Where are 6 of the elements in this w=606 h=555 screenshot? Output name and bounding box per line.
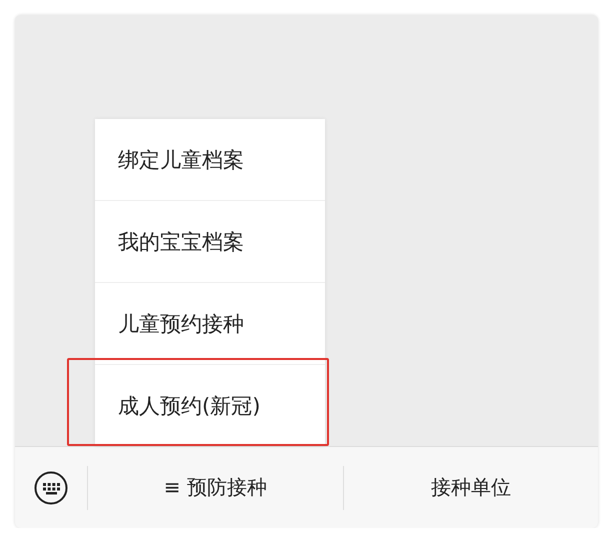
menu-item[interactable]: 我的宝宝档案 bbox=[95, 200, 325, 282]
menu-bar-button[interactable]: 接种单位 bbox=[342, 466, 598, 510]
menu-item[interactable]: 儿童预约接种 bbox=[95, 282, 325, 364]
keyboard-icon[interactable] bbox=[34, 470, 68, 504]
menu-item[interactable]: 绑定儿童档案 bbox=[95, 119, 325, 200]
menu-bar-button[interactable]: ≡ 预防接种 bbox=[87, 466, 342, 510]
